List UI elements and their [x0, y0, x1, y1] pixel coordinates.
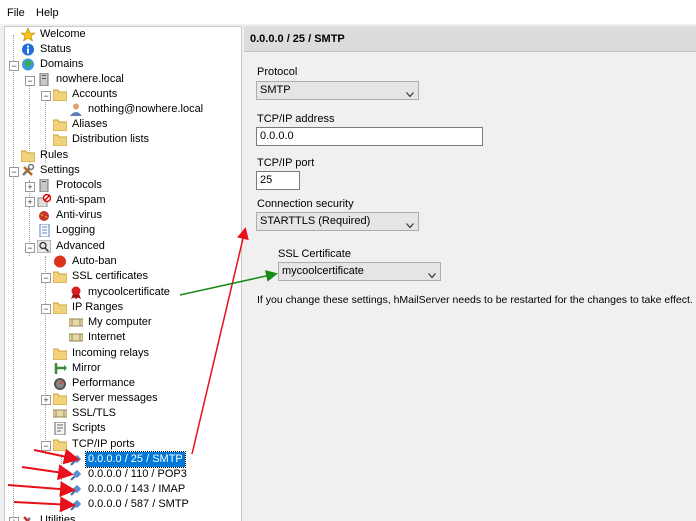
plug-icon	[69, 468, 83, 481]
plug-icon	[69, 483, 83, 496]
ssl-certificate-select[interactable]: mycoolcertificate	[278, 262, 441, 281]
connection-security-value: STARTTLS (Required)	[260, 215, 371, 227]
plug-icon	[69, 498, 83, 511]
collapse-toggle[interactable]: −	[41, 304, 51, 314]
connection-security-label: Connection security	[257, 198, 354, 210]
range-icon	[68, 316, 84, 329]
info-icon	[21, 43, 35, 56]
chevron-down-icon	[428, 268, 436, 279]
virus-icon	[37, 209, 51, 222]
document-icon	[37, 223, 51, 238]
user-icon	[69, 103, 83, 116]
restart-note: If you change these settings, hMailServe…	[257, 294, 693, 306]
protocol-label: Protocol	[257, 66, 298, 78]
expand-toggle[interactable]: +	[9, 517, 19, 521]
ip-address-label: TCP/IP address	[257, 113, 335, 125]
tools-icon	[21, 163, 35, 177]
collapse-toggle[interactable]: −	[25, 243, 35, 253]
port-input[interactable]: 25	[256, 171, 300, 190]
script-icon	[53, 421, 67, 436]
magnifier-icon	[36, 239, 52, 254]
no-entry-icon	[37, 193, 52, 208]
collapse-toggle[interactable]: −	[25, 76, 35, 86]
folder-icon	[52, 301, 68, 315]
star-icon	[20, 27, 36, 42]
red-circle-icon	[53, 255, 67, 268]
connection-security-select[interactable]: STARTTLS (Required)	[256, 212, 419, 231]
folder-icon	[52, 88, 68, 102]
port-label: TCP/IP port	[257, 157, 315, 169]
mirror-icon	[53, 362, 67, 375]
collapse-toggle[interactable]: −	[9, 167, 19, 177]
server-icon	[37, 178, 51, 193]
folder-icon	[52, 118, 68, 132]
protocol-select[interactable]: SMTP	[256, 81, 419, 100]
plug-icon	[69, 453, 83, 466]
ssl-certificate-value: mycoolcertificate	[282, 265, 364, 277]
folder-icon	[52, 438, 68, 452]
globe-icon	[21, 58, 35, 71]
expand-toggle[interactable]: +	[25, 197, 35, 207]
port-settings-panel: 0.0.0.0 / 25 / SMTP Protocol SMTP TCP/IP…	[244, 26, 696, 520]
chevron-down-icon	[406, 218, 414, 229]
range-icon	[68, 331, 84, 344]
folder-icon	[52, 347, 68, 361]
ip-address-input[interactable]: 0.0.0.0	[256, 127, 483, 146]
folder-icon	[20, 149, 36, 163]
ssl-certificate-label: SSL Certificate	[278, 248, 351, 260]
certificate-ribbon-icon	[69, 286, 83, 299]
tree-line	[45, 256, 46, 454]
collapse-toggle[interactable]: −	[41, 91, 51, 101]
protocol-value: SMTP	[260, 84, 291, 96]
tree-line	[13, 35, 14, 521]
tree-line	[61, 454, 62, 514]
collapse-toggle[interactable]: −	[41, 441, 51, 451]
gauge-icon	[53, 377, 67, 390]
expand-toggle[interactable]: +	[25, 182, 35, 192]
expand-toggle[interactable]: +	[41, 395, 51, 405]
range-icon	[52, 407, 68, 420]
folder-icon	[52, 392, 68, 406]
chevron-down-icon	[406, 87, 414, 98]
navigation-tree[interactable]: Welcome Status − Domains − nowhere.local…	[4, 26, 242, 521]
panel-title: 0.0.0.0 / 25 / SMTP	[244, 26, 696, 52]
collapse-toggle[interactable]: −	[41, 273, 51, 283]
folder-icon	[52, 133, 68, 147]
folder-icon	[52, 270, 68, 284]
menu-bar: File Help	[0, 0, 696, 24]
collapse-toggle[interactable]: −	[9, 61, 19, 71]
menu-file[interactable]: File	[7, 7, 25, 19]
menu-help[interactable]: Help	[36, 7, 59, 19]
server-icon	[37, 72, 51, 87]
